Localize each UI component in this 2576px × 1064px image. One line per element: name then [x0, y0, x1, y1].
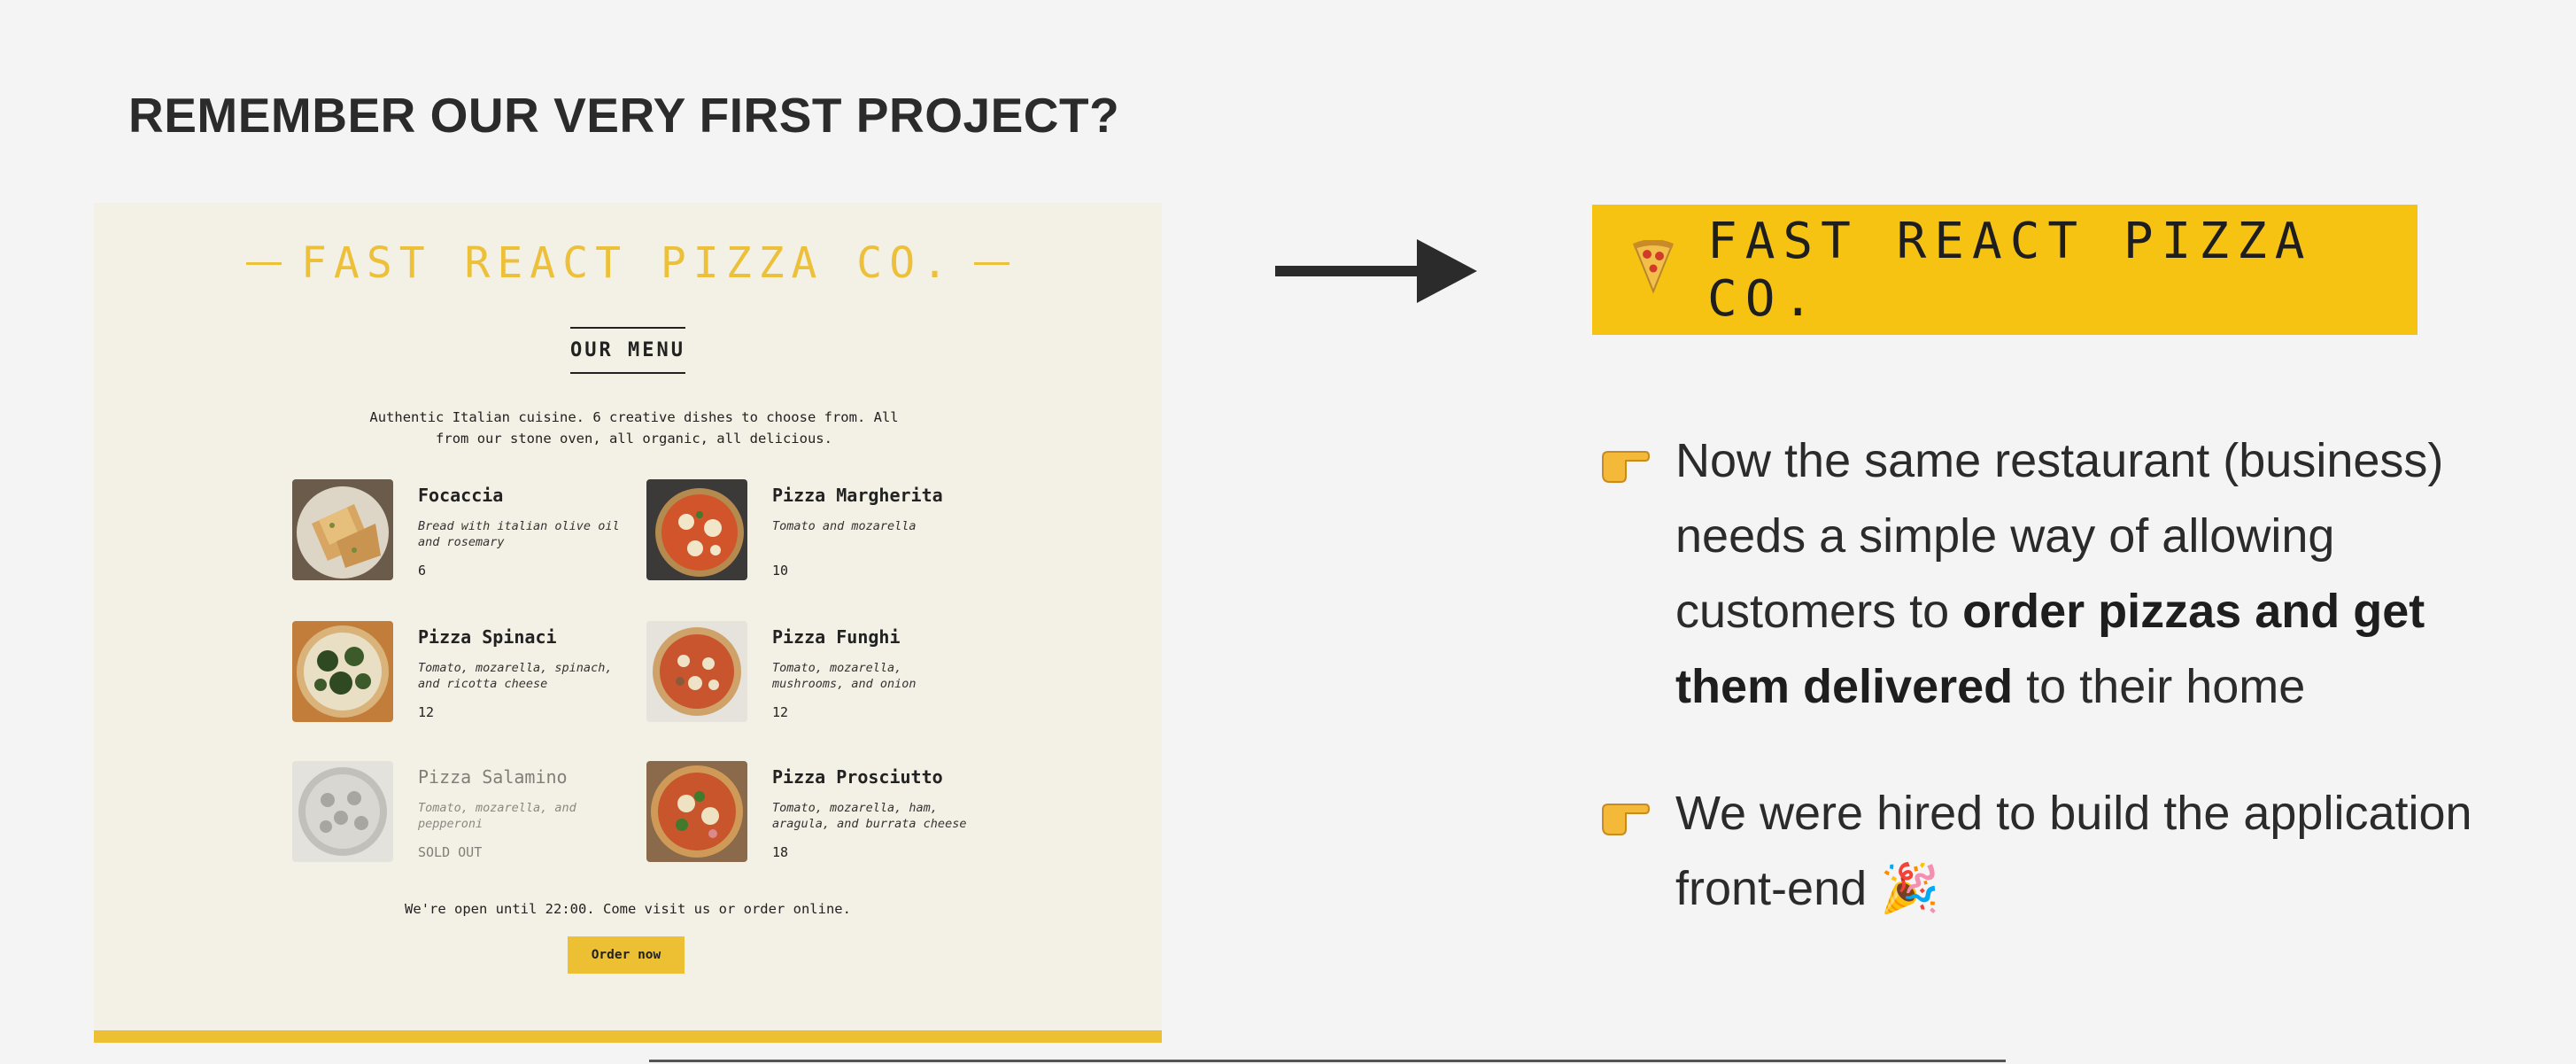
salamino-photo	[292, 761, 393, 862]
pizza-name: Pizza Margherita	[772, 485, 943, 506]
party-popper-icon: 🎉	[1880, 862, 1940, 915]
pizza-ingredients: Tomato, mozarella, spinach, and ricotta …	[418, 661, 613, 691]
pizza-price: 10	[772, 563, 789, 579]
pizza-ingredients: Tomato, mozarella, ham, aragula, and bur…	[772, 801, 967, 831]
new-brand-title: FAST REACT PIZZA CO.	[1707, 212, 2313, 328]
bullet-item: Now the same restaurant (business) needs…	[1599, 423, 2538, 725]
pizza-name: Pizza Prosciutto	[772, 766, 943, 788]
pizza-info: Pizza Prosciutto Tomato, mozarella, ham,…	[772, 761, 976, 867]
prosciutto-photo	[646, 761, 747, 862]
bullet-text: We were hired to build the application f…	[1675, 776, 2538, 927]
pointing-hand-icon	[1599, 790, 1651, 842]
pizza-ingredients: Tomato, mozarella, and pepperoni	[418, 801, 576, 831]
menu-intro: Authentic Italian cuisine. 6 creative di…	[369, 409, 899, 447]
pizza-item-prosciutto[interactable]: Pizza Prosciutto Tomato, mozarella, ham,…	[646, 761, 1001, 867]
pizza-name: Focaccia	[418, 485, 504, 506]
old-brand-title: FAST REACT PIZZA CO.	[301, 238, 955, 288]
old-project-screenshot: FAST REACT PIZZA CO. OUR MENU Authentic …	[94, 203, 1162, 1043]
menu-heading-label: OUR MENU	[570, 327, 685, 374]
header-dash-left	[246, 261, 282, 265]
pointing-hand-icon	[1599, 438, 1651, 489]
pizza-price: 12	[772, 704, 789, 720]
pizza-info: Focaccia Bread with italian olive oil an…	[418, 479, 622, 586]
bullet-text: Now the same restaurant (business) needs…	[1675, 423, 2538, 725]
arrow-right-icon	[1275, 232, 1488, 316]
sold-out-label: SOLD OUT	[418, 844, 483, 860]
order-now-button[interactable]: Order now	[568, 936, 685, 974]
pizza-name: Pizza Spinaci	[418, 626, 557, 648]
pizza-price: 18	[772, 844, 789, 860]
new-brand-banner: FAST REACT PIZZA CO.	[1592, 205, 2417, 335]
pizza-ingredients: Bread with italian olive oil and rosemar…	[418, 519, 620, 549]
header-dash-right	[973, 261, 1010, 265]
focaccia-photo	[292, 479, 393, 580]
pizza-price: 12	[418, 704, 435, 720]
pizza-item-spinaci[interactable]: Pizza Spinaci Tomato, mozarella, spinach…	[292, 621, 646, 727]
pizza-ingredients: Tomato, mozarella, mushrooms, and onion	[772, 661, 917, 691]
pizza-info: Pizza Spinaci Tomato, mozarella, spinach…	[418, 621, 622, 727]
margherita-photo	[646, 479, 747, 580]
spinaci-photo	[292, 621, 393, 722]
pizza-info: Pizza Funghi Tomato, mozarella, mushroom…	[772, 621, 976, 727]
pizza-price: 6	[418, 563, 427, 579]
bottom-accent-bar	[94, 1030, 1162, 1043]
pizza-item-margherita[interactable]: Pizza Margherita Tomato and mozarella 10	[646, 479, 1001, 586]
pizza-item-funghi[interactable]: Pizza Funghi Tomato, mozarella, mushroom…	[646, 621, 1001, 727]
menu-heading: OUR MENU	[94, 327, 1162, 374]
slide-title: REMEMBER OUR VERY FIRST PROJECT?	[128, 88, 1120, 143]
video-progress-line	[649, 1060, 2006, 1062]
bullet-list: Now the same restaurant (business) needs…	[1599, 423, 2538, 978]
opening-hours-footer: We're open until 22:00. Come visit us or…	[405, 901, 851, 917]
pizza-ingredients: Tomato and mozarella	[772, 519, 917, 533]
pizza-name: Pizza Salamino	[418, 766, 568, 788]
pizza-item-salamino[interactable]: Pizza Salamino Tomato, mozarella, and pe…	[292, 761, 646, 867]
pizza-info: Pizza Margherita Tomato and mozarella 10	[772, 479, 976, 586]
pizza-name: Pizza Funghi	[772, 626, 901, 648]
bullet-text-part: to their home	[2013, 660, 2306, 713]
bullet-text-part: We were hired to build the application f…	[1675, 787, 2472, 915]
pizza-info: Pizza Salamino Tomato, mozarella, and pe…	[418, 761, 622, 867]
pizza-item-focaccia[interactable]: Focaccia Bread with italian olive oil an…	[292, 479, 646, 586]
funghi-photo	[646, 621, 747, 722]
pizza-icon	[1629, 239, 1677, 299]
bullet-item: We were hired to build the application f…	[1599, 776, 2538, 927]
pizza-list: Focaccia Bread with italian olive oil an…	[292, 479, 1001, 896]
old-header: FAST REACT PIZZA CO.	[94, 238, 1162, 288]
